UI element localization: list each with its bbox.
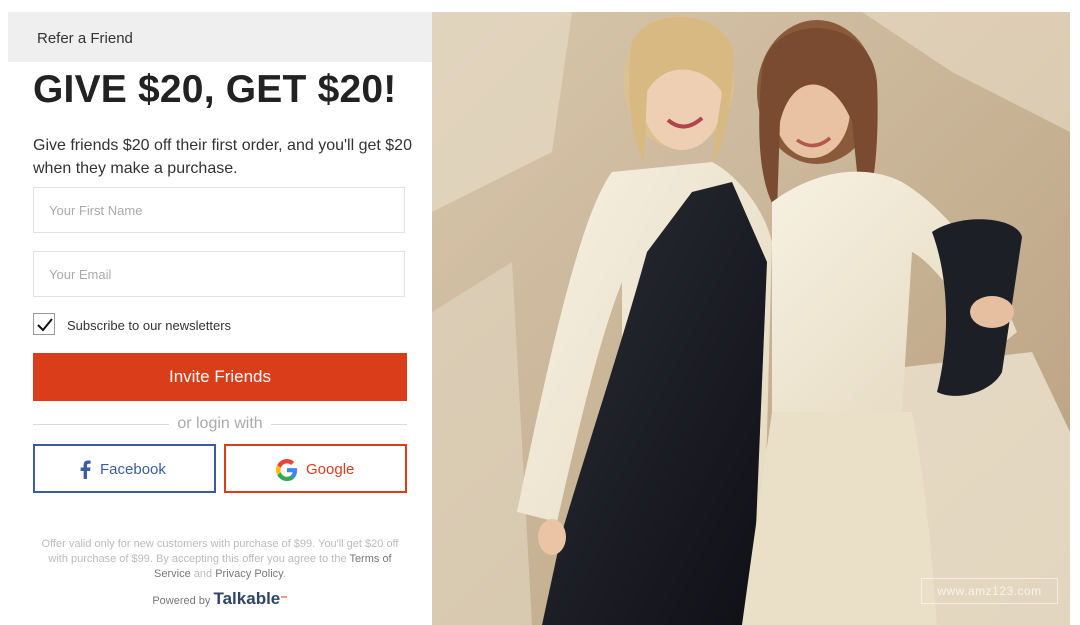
fine-print-end: . [282,568,286,580]
talkable-logo[interactable]: Talkable [213,589,280,608]
facebook-icon [80,460,91,479]
facebook-label: Facebook [100,461,166,478]
referral-panel: Refer a Friend GIVE $20, GET $20! Give f… [8,12,432,625]
subscribe-checkbox[interactable] [33,313,55,335]
fine-print-and: and [193,568,213,580]
check-icon [37,318,53,332]
login-divider: or login with [33,414,407,434]
watermark: www.amz123.com [921,578,1058,604]
tab-refer-a-friend[interactable]: Refer a Friend [37,30,133,47]
google-label: Google [306,461,355,478]
first-name-field[interactable] [33,187,405,233]
google-icon [276,459,298,481]
offer-fine-print: Offer valid only for new customers with … [33,537,407,582]
divider-line-right [271,424,407,425]
first-name-input[interactable] [34,188,404,232]
powered-by: Powered by Talkable⁻ [33,589,407,609]
email-input[interactable] [34,252,404,296]
powered-by-prefix: Powered by [152,595,211,607]
offer-headline: GIVE $20, GET $20! [33,68,397,111]
facebook-login-button[interactable]: Facebook [33,444,216,493]
invite-friends-button[interactable]: Invite Friends [33,353,407,401]
email-field[interactable] [33,251,405,297]
fine-print-text: Offer valid only for new customers with … [41,538,399,565]
talkable-logo-mark-icon: ⁻ [280,591,288,607]
tab-bar: Refer a Friend [8,12,432,62]
hero-photo: www.amz123.com [432,12,1070,625]
subscribe-label: Subscribe to our newsletters [67,318,232,333]
google-login-button[interactable]: Google [224,444,407,493]
privacy-policy-link[interactable]: Privacy Policy [215,568,283,580]
models-photo-illustration [432,12,1070,625]
offer-subtext: Give friends $20 off their first order, … [33,137,412,177]
